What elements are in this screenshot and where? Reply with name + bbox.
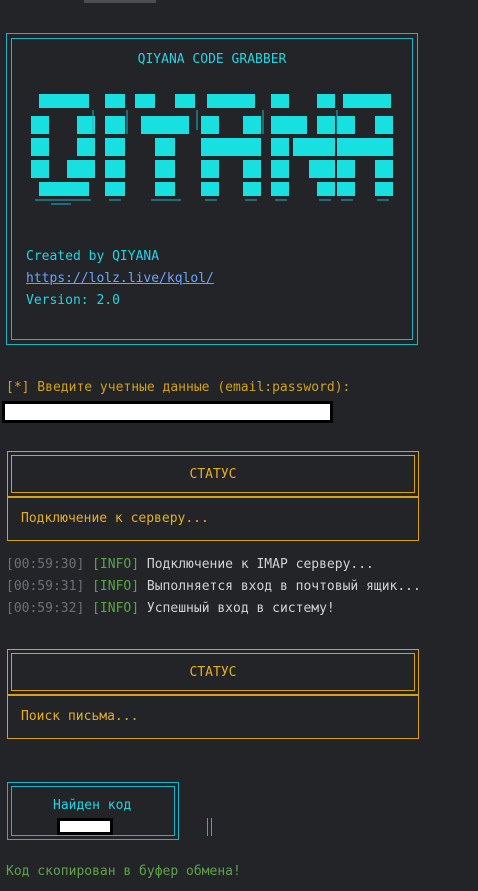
author-link-text[interactable]: https://lolz.live/kqlol/	[26, 271, 214, 286]
log-line: [00:59:30] [INFO] Подключение к IMAP сер…	[6, 557, 374, 572]
log-level: [INFO]	[92, 557, 140, 572]
log-line: [00:59:32] [INFO] Успешный вход в систем…	[6, 601, 335, 616]
banner-title: QIYANA CODE GRABBER	[137, 52, 287, 67]
created-by-text: Created by QIYANA	[26, 249, 160, 264]
log-level: [INFO]	[92, 601, 140, 616]
credentials-prompt: [*] Введите учетные данные (email:passwo…	[6, 380, 351, 395]
log-timestamp: [00:59:30]	[6, 557, 85, 572]
log-message: Выполняется вход в почтовый ящик...	[146, 579, 421, 594]
status-title: СТАТУС	[189, 467, 237, 482]
status-message: Поиск письма...	[21, 709, 139, 724]
log-message: Успешный вход в систему!	[146, 601, 335, 616]
banner-box: QIYANA CODE GRABBER Created by QIYANA ht…	[6, 33, 418, 345]
log-timestamp: [00:59:31]	[6, 579, 85, 594]
found-code-edge	[207, 818, 212, 836]
version-text: Version: 2.0	[26, 293, 120, 308]
qiyana-ascii-logo	[31, 94, 393, 205]
found-code-title: Найден код	[53, 798, 132, 813]
credentials-input[interactable]	[2, 401, 333, 423]
found-code-box: Найден код	[7, 782, 212, 840]
copied-confirmation: Код скопирован в буфер обмена!	[6, 864, 241, 879]
log-line: [00:59:31] [INFO] Выполняется вход в поч…	[6, 579, 421, 594]
status-box-connecting: СТАТУС Подключение к серверу...	[7, 451, 419, 543]
author-link[interactable]: https://lolz.live/kqlol/	[26, 271, 214, 286]
log-level: [INFO]	[92, 579, 140, 594]
window-tab-indicator	[84, 0, 156, 3]
status-box-searching: СТАТУС Поиск письма...	[7, 649, 419, 741]
status-title: СТАТУС	[189, 665, 237, 680]
log-message: Подключение к IMAP серверу...	[146, 557, 374, 572]
status-message: Подключение к серверу...	[21, 511, 209, 526]
found-code-value[interactable]	[57, 818, 113, 835]
log-timestamp: [00:59:32]	[6, 601, 85, 616]
